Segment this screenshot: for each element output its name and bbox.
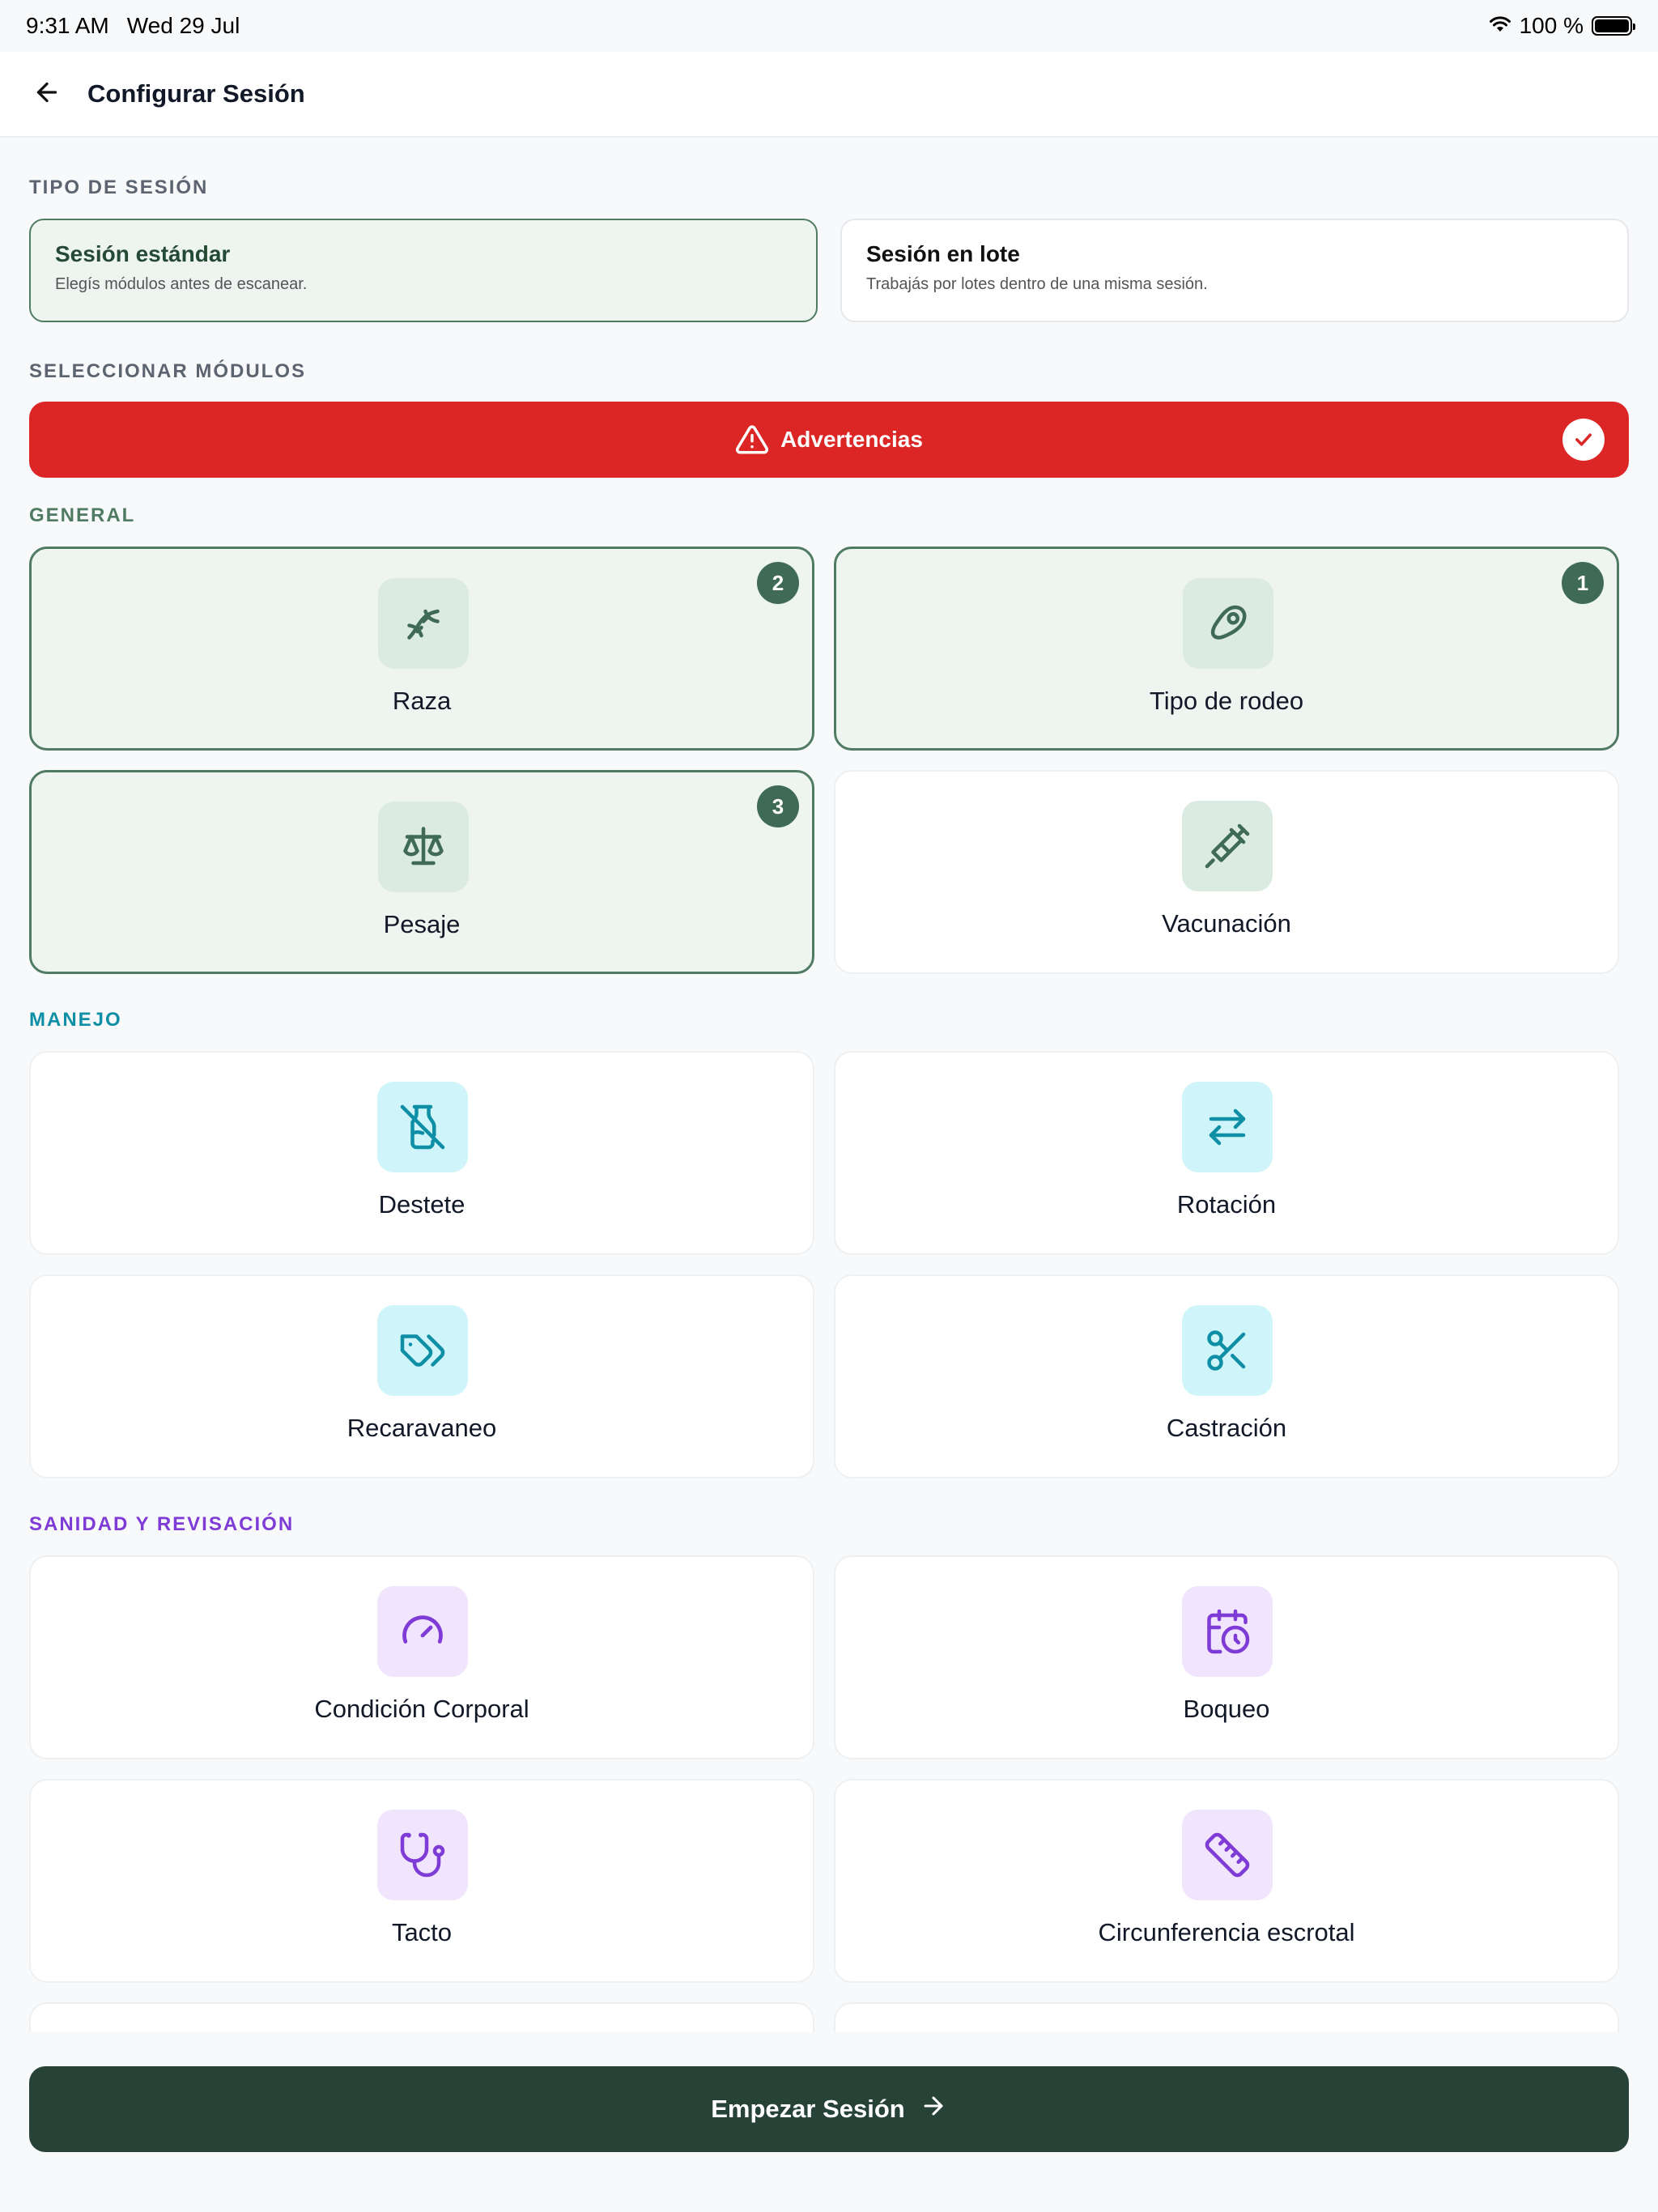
stethoscope-icon [377, 1810, 468, 1900]
module-label: Tipo de rodeo [1149, 687, 1304, 715]
module-card-vacunacion[interactable]: Vacunación [834, 770, 1619, 974]
module-card-tipo-de-rodeo[interactable]: Tipo de rodeo 1 [834, 547, 1619, 751]
group-label-general: GENERAL [29, 504, 136, 526]
scale-icon [378, 802, 469, 892]
module-label: Raza [392, 687, 452, 715]
module-card-castracion[interactable]: Castración [834, 1274, 1619, 1478]
battery-icon [1592, 16, 1635, 36]
session-option-description: Elegís módulos antes de escanear. [55, 275, 308, 293]
module-label: Rotación [1176, 1190, 1277, 1219]
header: Configurar Sesión [0, 52, 1658, 138]
module-label: Castración [1166, 1414, 1287, 1442]
syringe-icon [1182, 801, 1273, 891]
gauge-icon [377, 1586, 468, 1677]
module-card-condicion-corporal[interactable]: Condición Corporal [29, 1555, 814, 1759]
milk-off-icon [377, 1082, 468, 1172]
module-label: Tacto [391, 1918, 453, 1946]
arrow-left-icon [32, 78, 62, 111]
order-badge: 2 [757, 562, 799, 604]
status-bar: 9:31 AM Wed 29 Jul 100 % [0, 0, 1658, 52]
status-right: 100 % [1489, 13, 1635, 39]
module-card-pesaje[interactable]: Pesaje 3 [29, 770, 814, 974]
warnings-label: Advertencias [780, 427, 923, 452]
session-option-title: Sesión estándar [55, 241, 231, 266]
module-card-boqueo[interactable]: Boqueo [834, 1555, 1619, 1759]
bottom-action-bar: Empezar Sesión [0, 2032, 1658, 2212]
wifi-icon [1489, 13, 1511, 39]
order-badge: 1 [1562, 562, 1604, 604]
warning-triangle-icon [735, 423, 769, 457]
select-modules-label: SELECCIONAR MÓDULOS [29, 360, 307, 382]
module-card-raza[interactable]: Raza 2 [29, 547, 814, 751]
start-session-label: Empezar Sesión [711, 2095, 905, 2123]
scissors-icon [1182, 1305, 1273, 1396]
arrows-swap-icon [1182, 1082, 1273, 1172]
tags-icon [377, 1305, 468, 1396]
status-time: 9:31 AM [26, 13, 109, 38]
order-badge: 3 [757, 785, 799, 827]
warnings-module-bar[interactable]: Advertencias [29, 402, 1629, 478]
module-label: Destete [378, 1190, 466, 1219]
session-option-title: Sesión en lote [866, 241, 1020, 266]
module-card-tacto[interactable]: Tacto [29, 1779, 814, 1983]
module-label: Recaravaneo [346, 1414, 497, 1442]
group-label-sanidad: SANIDAD Y REVISACIÓN [29, 1513, 295, 1535]
session-option-standard[interactable]: Sesión estándar Elegís módulos antes de … [29, 219, 818, 322]
status-date: Wed 29 Jul [126, 13, 240, 38]
module-label: Boqueo [1183, 1695, 1270, 1723]
back-button[interactable] [29, 76, 65, 112]
module-card-circunferencia-escrotal[interactable]: Circunferencia escrotal [834, 1779, 1619, 1983]
calendar-clock-icon [1182, 1586, 1273, 1677]
module-label: Condición Corporal [314, 1695, 529, 1723]
module-label: Vacunación [1162, 909, 1291, 938]
start-session-button[interactable]: Empezar Sesión [29, 2066, 1629, 2152]
page-title: Configurar Sesión [87, 79, 305, 108]
session-option-description: Trabajás por lotes dentro de una misma s… [866, 275, 1208, 293]
session-type-label: TIPO DE SESIÓN [29, 177, 209, 198]
group-label-manejo: MANEJO [29, 1009, 122, 1031]
module-label: Pesaje [383, 910, 461, 938]
check-icon [1562, 419, 1605, 461]
arrow-right-icon [920, 2092, 947, 2126]
module-card-destete[interactable]: Destete [29, 1051, 814, 1255]
dna-icon [378, 578, 469, 669]
session-option-batch[interactable]: Sesión en lote Trabajás por lotes dentro… [840, 219, 1629, 322]
module-card-recaravaneo[interactable]: Recaravaneo [29, 1274, 814, 1478]
battery-percent: 100 % [1519, 13, 1584, 38]
ruler-icon [1182, 1810, 1273, 1900]
meat-icon [1183, 578, 1273, 669]
module-label: Circunferencia escrotal [1098, 1918, 1355, 1946]
module-card-rotacion[interactable]: Rotación [834, 1051, 1619, 1255]
